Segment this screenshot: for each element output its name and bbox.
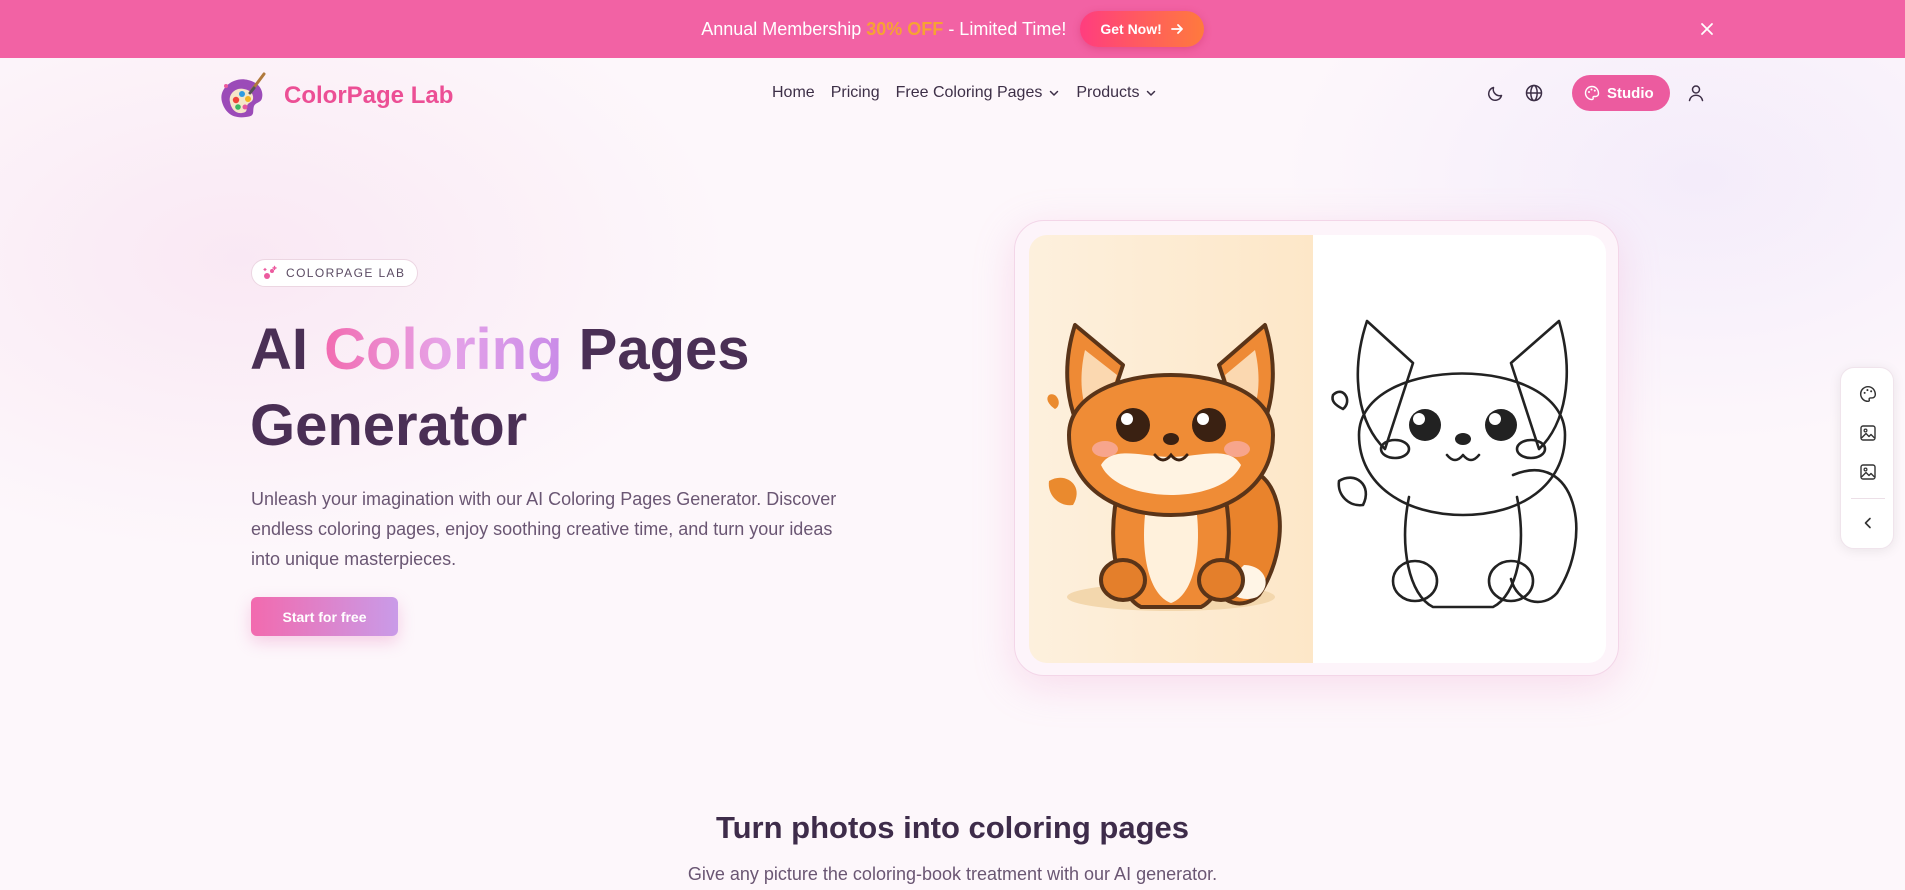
nav-pricing[interactable]: Pricing <box>831 84 880 102</box>
brand-name: ColorPage Lab <box>284 82 454 109</box>
start-for-free-label: Start for free <box>282 608 367 625</box>
nav-products[interactable]: Products <box>1076 84 1157 102</box>
hero-badge-label: COLORPAGE LAB <box>286 266 406 280</box>
promo-text: Annual Membership 30% OFF - Limited Time… <box>701 19 1066 40</box>
globe-icon <box>1525 84 1543 102</box>
studio-label: Studio <box>1607 84 1654 102</box>
nav-home[interactable]: Home <box>772 84 815 102</box>
chevron-down-icon <box>1050 90 1059 96</box>
hero-title-part2: Pages <box>562 317 750 382</box>
side-image-button-1[interactable] <box>1856 421 1880 445</box>
colored-fox-image <box>1029 235 1313 663</box>
line-art-fox-illustration <box>1331 319 1578 609</box>
hero-title: AI Coloring Pages Generator <box>250 312 850 464</box>
theme-toggle-button[interactable] <box>1484 81 1508 105</box>
nav-products-label: Products <box>1076 84 1140 101</box>
chevron-left-icon <box>1864 517 1871 529</box>
nav-free-coloring-pages-label: Free Coloring Pages <box>895 84 1043 101</box>
get-now-button[interactable]: Get Now! <box>1080 11 1204 47</box>
hero-image-frame <box>1029 235 1606 663</box>
palette-icon <box>1584 85 1600 101</box>
promo-text-before: Annual Membership <box>701 18 867 39</box>
top-navigation: ColorPage Lab Home Pricing Free Coloring… <box>0 58 1905 132</box>
background-glow <box>0 58 1905 890</box>
account-button[interactable] <box>1684 81 1708 105</box>
hero-title-highlight: Coloring <box>324 317 563 382</box>
nav-pricing-label: Pricing <box>830 84 880 101</box>
palette-logo-icon <box>221 72 266 118</box>
line-art-fox-image <box>1313 235 1606 663</box>
promo-banner: Annual Membership 30% OFF - Limited Time… <box>0 0 1905 58</box>
image-icon <box>1860 425 1876 441</box>
hero-image-card <box>1014 220 1619 676</box>
moon-icon <box>1487 86 1503 102</box>
brand-logo-link[interactable]: ColorPage Lab <box>216 72 453 120</box>
image-icon <box>1860 464 1876 480</box>
close-banner-button[interactable] <box>1695 17 1719 41</box>
side-palette-button[interactable] <box>1856 382 1880 406</box>
sparkle-palette-icon <box>263 265 277 279</box>
hero-title-line2: Generator <box>250 393 528 458</box>
arrow-right-icon <box>1170 24 1183 34</box>
user-icon <box>1688 85 1703 102</box>
hero-description: Unleash your imagination with our AI Col… <box>251 489 837 569</box>
main-menu: Home Pricing Free Coloring Pages Product… <box>772 84 1157 102</box>
side-toolbar-divider <box>1851 498 1885 499</box>
language-button[interactable] <box>1522 81 1546 105</box>
chevron-down-icon <box>1147 90 1156 96</box>
palette-icon <box>1860 385 1877 403</box>
hero-title-part1: AI <box>250 317 325 382</box>
collapse-toolbar-button[interactable] <box>1856 511 1880 535</box>
section-title: Turn photos into coloring pages <box>715 810 1189 845</box>
nav-home-label: Home <box>772 84 815 101</box>
promo-text-after: - Limited Time! <box>943 18 1067 39</box>
hero-badge: COLORPAGE LAB <box>251 259 419 287</box>
close-icon <box>1701 23 1713 35</box>
side-image-button-2[interactable] <box>1856 460 1880 484</box>
promo-discount: 30% OFF <box>866 18 944 39</box>
floating-side-toolbar <box>1840 367 1894 549</box>
nav-actions: Studio <box>1484 75 1708 111</box>
colored-fox-illustration <box>1047 323 1282 611</box>
section-subtitle: Give any picture the coloring-book treat… <box>687 864 1218 884</box>
nav-free-coloring-pages[interactable]: Free Coloring Pages <box>896 84 1061 102</box>
start-for-free-button[interactable]: Start for free <box>251 597 398 636</box>
get-now-label: Get Now! <box>1100 21 1162 37</box>
studio-button[interactable]: Studio <box>1572 75 1670 111</box>
